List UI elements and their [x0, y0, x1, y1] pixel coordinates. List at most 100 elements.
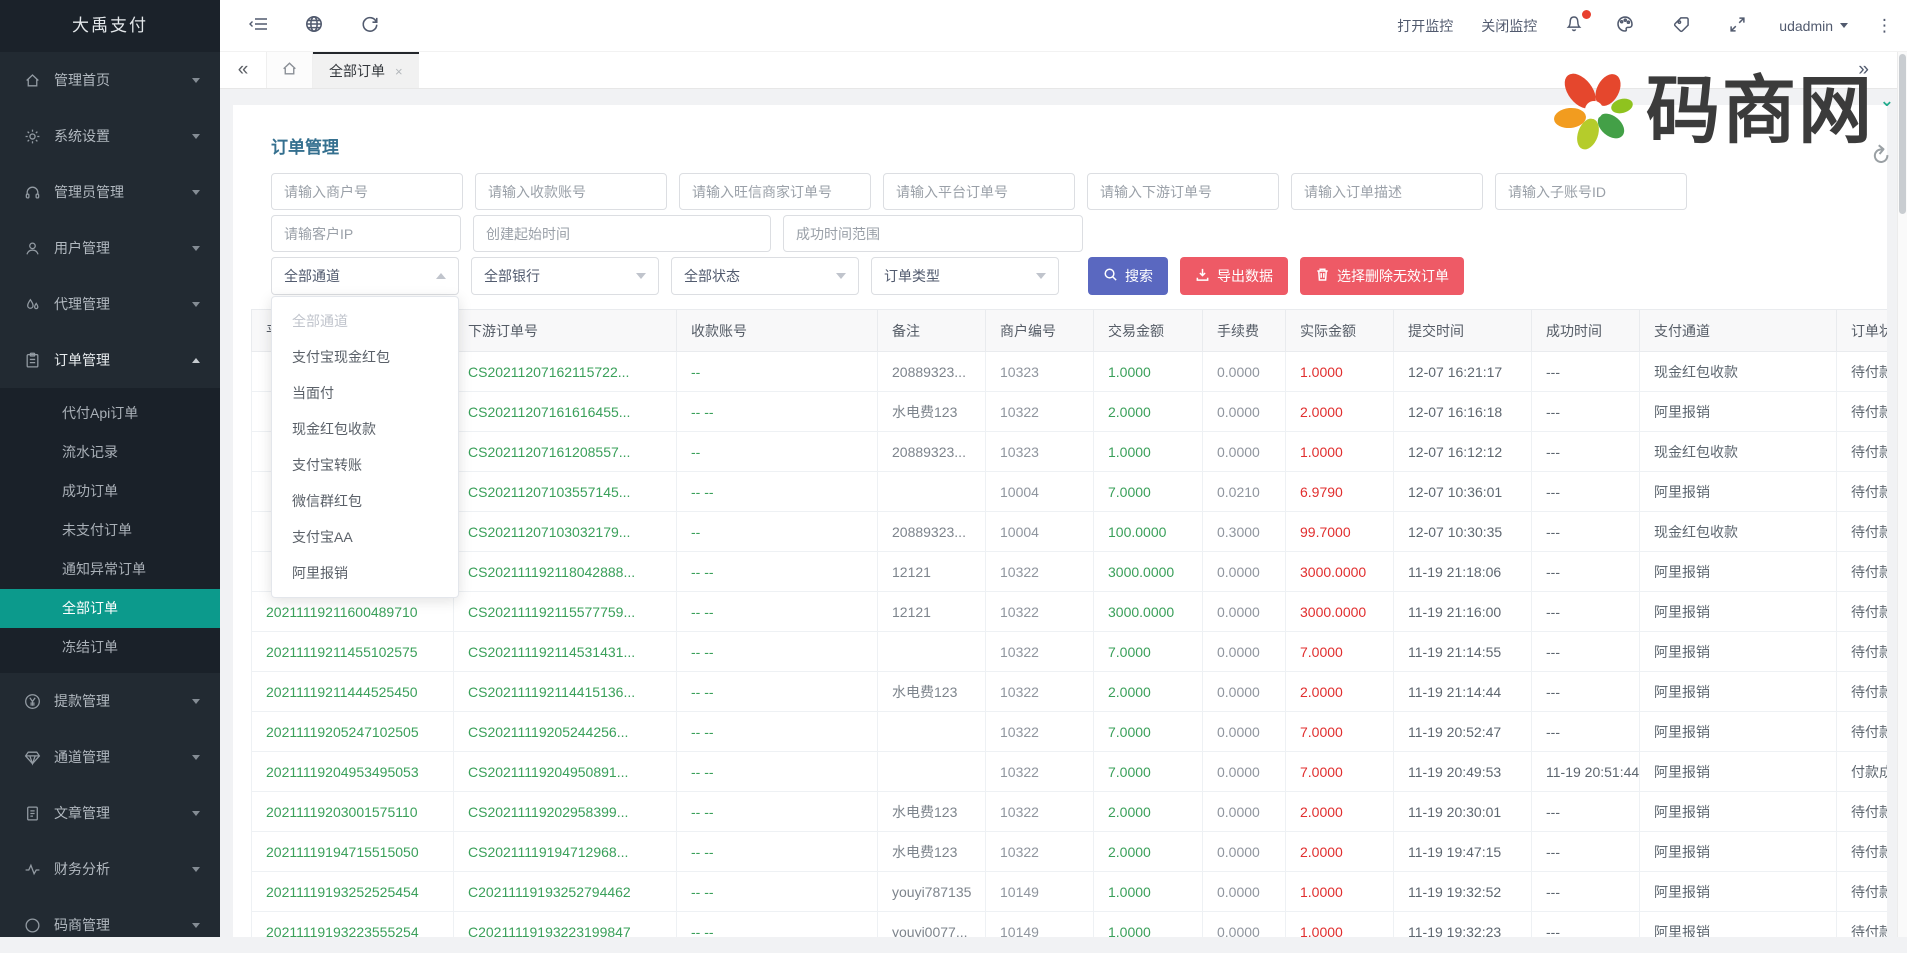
theme-button[interactable]: [1611, 12, 1639, 40]
sidebar-item-system-settings[interactable]: 系统设置: [0, 108, 220, 164]
table-cell: [878, 752, 986, 792]
table-cell: -- --: [677, 672, 878, 712]
scroll-down-hint-icon[interactable]: ⌄: [1880, 91, 1894, 111]
table-cell: 阿里报销: [1640, 832, 1837, 872]
payee-account-input[interactable]: [475, 173, 667, 210]
dropdown-option[interactable]: 支付宝转账: [272, 447, 458, 483]
table-cell: 11-19 21:18:06: [1394, 552, 1532, 592]
table-cell: 0.3000: [1203, 512, 1286, 552]
success-time-range-input[interactable]: [783, 215, 1083, 252]
dropdown-option[interactable]: 现金红包收款: [272, 411, 458, 447]
delete-invalid-orders-button[interactable]: 选择删除无效订单: [1300, 257, 1464, 295]
order-type-select[interactable]: 订单类型: [871, 257, 1059, 295]
sidebar-subitem[interactable]: 未支付订单: [0, 511, 220, 550]
vertical-scrollbar: [1897, 52, 1907, 937]
channel-select[interactable]: 全部通道: [271, 257, 459, 295]
dropdown-option[interactable]: 阿里报销: [272, 555, 458, 591]
client-ip-input[interactable]: [271, 215, 461, 252]
table-cell: 20211119204953495053: [252, 752, 454, 792]
home-icon: [24, 72, 41, 89]
sidebar-item-finance-analysis[interactable]: 财务分析: [0, 841, 220, 897]
table-cell: 11-19 20:49:53: [1394, 752, 1532, 792]
scrollbar-thumb[interactable]: [1899, 54, 1906, 214]
table-cell: ---: [1532, 912, 1640, 938]
topbar: 打开监控 关闭监控 udadmin ⋮: [220, 0, 1907, 52]
table-header-row: 平台订单号下游订单号收款账号备注商户编号交易金额手续费实际金额提交时间成功时间支…: [252, 310, 1888, 352]
tab-all-orders[interactable]: 全部订单 ×: [313, 52, 419, 88]
close-tab-icon[interactable]: ×: [395, 64, 403, 79]
sidebar-item-label: 用户管理: [54, 238, 192, 258]
sidebar-item-user-management[interactable]: 用户管理: [0, 220, 220, 276]
table-cell: 0.0000: [1203, 352, 1286, 392]
create-time-range-input[interactable]: [473, 215, 771, 252]
sidebar-item-article-management[interactable]: 文章管理: [0, 785, 220, 841]
sidebar-subitem[interactable]: 通知异常订单: [0, 550, 220, 589]
dropdown-option[interactable]: 支付宝现金红包: [272, 339, 458, 375]
sidebar-item-channel-management[interactable]: 通道管理: [0, 729, 220, 785]
sidebar-item-withdraw-management[interactable]: 提款管理: [0, 673, 220, 729]
wangxin-order-input[interactable]: [679, 173, 871, 210]
tabs-forward-button[interactable]: »: [1858, 52, 1869, 88]
column-header: 商户编号: [986, 310, 1094, 352]
refresh-button[interactable]: [356, 12, 384, 40]
search-button[interactable]: 搜索: [1088, 257, 1168, 295]
table-cell: ---: [1532, 552, 1640, 592]
sidebar-subitem[interactable]: 流水记录: [0, 433, 220, 472]
home-tab[interactable]: [266, 52, 313, 88]
sidebar-subitem[interactable]: 代付Api订单: [0, 394, 220, 433]
table-cell: 1.0000: [1286, 912, 1394, 938]
sidebar-item-agent-management[interactable]: 代理管理: [0, 276, 220, 332]
platform-order-input[interactable]: [883, 173, 1075, 210]
order-description-input[interactable]: [1291, 173, 1483, 210]
sidebar-item-merchant-management[interactable]: 码商管理: [0, 897, 220, 953]
sidebar-subitem[interactable]: 冻结订单: [0, 628, 220, 667]
bank-select[interactable]: 全部银行: [471, 257, 659, 295]
table-cell: 阿里报销: [1640, 392, 1837, 432]
sidebar-item-order-management[interactable]: 订单管理: [0, 332, 220, 388]
table-cell: 待付款: [1837, 392, 1888, 432]
menu-fold-button[interactable]: [244, 12, 272, 40]
export-data-button[interactable]: 导出数据: [1180, 257, 1288, 295]
yen-icon: [24, 693, 41, 710]
table-cell: 10322: [986, 792, 1094, 832]
sidebar-item-dashboard[interactable]: 管理首页: [0, 52, 220, 108]
dropdown-option[interactable]: 支付宝AA: [272, 519, 458, 555]
table-row: 20211119203001575110CS20211119202958399.…: [252, 792, 1888, 832]
dropdown-option[interactable]: 当面付: [272, 375, 458, 411]
order-submenu: 代付Api订单流水记录成功订单未支付订单通知异常订单全部订单冻结订单: [0, 388, 220, 673]
table-cell: 阿里报销: [1640, 592, 1837, 632]
table-cell: -- --: [677, 832, 878, 872]
sidebar-item-admin-management[interactable]: 管理员管理: [0, 164, 220, 220]
open-monitor-link[interactable]: 打开监控: [1397, 16, 1453, 36]
close-monitor-link[interactable]: 关闭监控: [1481, 16, 1537, 36]
table-cell: 11-19 20:30:01: [1394, 792, 1532, 832]
dropdown-option[interactable]: 微信群红包: [272, 483, 458, 519]
merchant-id-input[interactable]: [271, 173, 463, 210]
language-button[interactable]: [300, 12, 328, 40]
table-cell: CS202111192118042888...: [454, 552, 677, 592]
user-menu[interactable]: udadmin: [1779, 18, 1848, 34]
tag-button[interactable]: [1667, 12, 1695, 40]
more-menu-button[interactable]: ⋮: [1876, 16, 1893, 36]
downstream-order-input[interactable]: [1087, 173, 1279, 210]
sidebar-subitem[interactable]: 成功订单: [0, 472, 220, 511]
notifications-button[interactable]: [1565, 15, 1583, 36]
table-cell: 待付款: [1837, 912, 1888, 938]
table-cell: 待付款: [1837, 432, 1888, 472]
table-cell: 10004: [986, 472, 1094, 512]
dropdown-option[interactable]: 全部通道: [272, 303, 458, 339]
status-select[interactable]: 全部状态: [671, 257, 859, 295]
chevron-down-icon: [192, 134, 200, 139]
table-cell: CS20211207103557145...: [454, 472, 677, 512]
collapse-tabs-button[interactable]: «: [220, 52, 266, 88]
table-cell: 1.0000: [1094, 352, 1203, 392]
table-cell: --: [677, 352, 878, 392]
table-cell: -- --: [677, 752, 878, 792]
fullscreen-button[interactable]: [1723, 12, 1751, 40]
table-cell: CS202111192114531431...: [454, 632, 677, 672]
sidebar-subitem[interactable]: 全部订单: [0, 589, 220, 628]
sub-account-id-input[interactable]: [1495, 173, 1687, 210]
table-cell: C20211119193252794462: [454, 872, 677, 912]
table-cell: 10323: [986, 352, 1094, 392]
table-cell: ---: [1532, 872, 1640, 912]
